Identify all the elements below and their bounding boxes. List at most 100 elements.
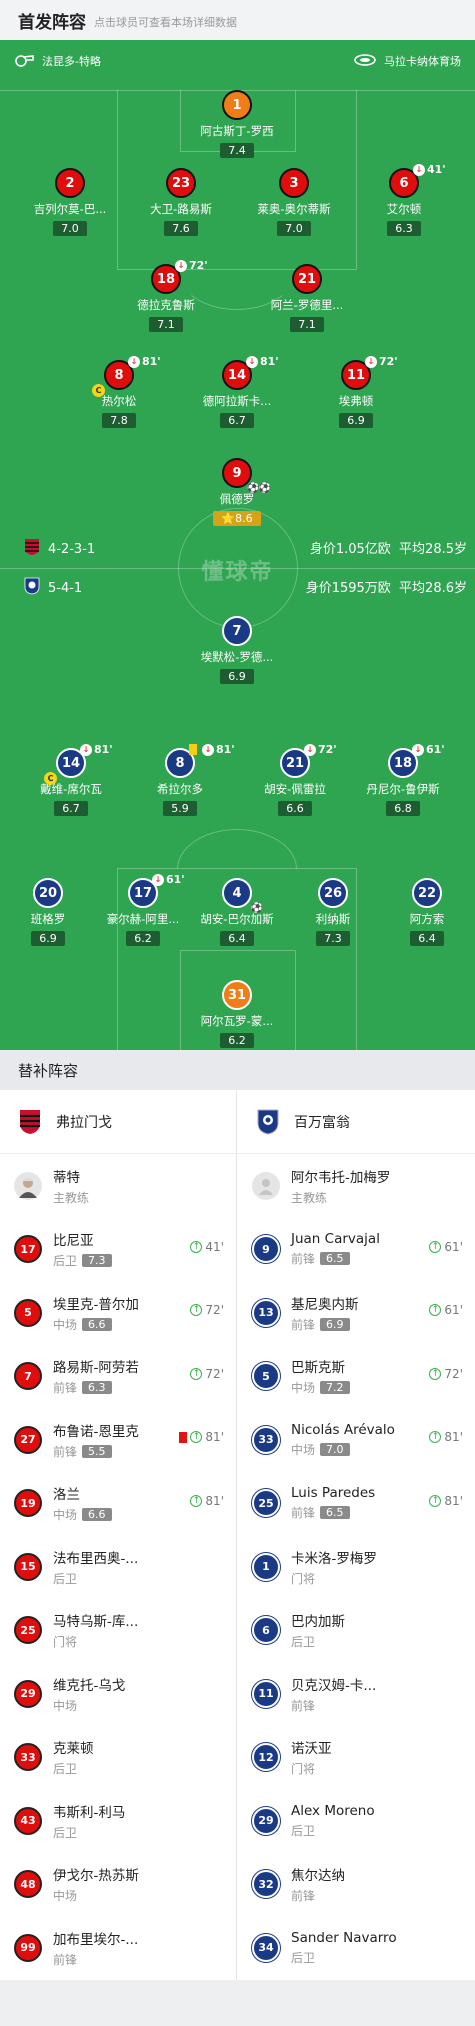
player-number-badge: 6 ↓ 41'	[389, 163, 446, 198]
player-rating: 6.3	[387, 221, 421, 236]
player-position-line: 中场 7.2	[291, 1379, 350, 1396]
away-player-18[interactable]: 18 ↓ 61' 丹尼尔-鲁伊斯 6.8	[348, 743, 458, 816]
sub-in-marker: ↑ 81'	[179, 1430, 224, 1444]
player-number-badge: 27	[14, 1425, 42, 1454]
player-number-badge: 33	[252, 1425, 280, 1454]
substitution-marker: ↓ 81'	[128, 355, 161, 368]
player-number-badge: 48	[14, 1870, 42, 1899]
away-sub-row[interactable]: 5 巴斯克斯 中场 7.2 ↑ 72'	[238, 1345, 475, 1409]
home-coach-row[interactable]: 蒂特 主教练	[0, 1154, 236, 1218]
sub-out-icon: ↓	[128, 355, 140, 368]
sub-in-marker: ↑ 81'	[429, 1494, 463, 1508]
sub-in-icon: ↑	[190, 1304, 203, 1316]
away-team-row: 百万富翁	[238, 1090, 475, 1154]
player-name: 洛兰	[53, 1487, 80, 1504]
home-sub-row[interactable]: 19 洛兰 中场 6.6 ↑ 81'	[0, 1472, 236, 1536]
home-team-name: 弗拉门戈	[56, 1114, 112, 1131]
home-player-6[interactable]: 6 ↓ 41' 艾尔顿 6.3	[349, 163, 459, 236]
away-sub-row[interactable]: 9 Juan Carvajal 前锋 6.5 ↑ 61'	[238, 1218, 475, 1282]
away-sub-row[interactable]: 1 卡米洛-罗梅罗 门将	[238, 1535, 475, 1599]
home-sub-row[interactable]: 43 韦斯利-利马 后卫	[0, 1789, 236, 1853]
home-player-11[interactable]: 11 ↓ 72' 埃弗顿 6.9	[301, 355, 411, 428]
player-number-badge: 2	[55, 168, 85, 198]
home-sub-row[interactable]: 25 马特乌斯-库... 门将	[0, 1599, 236, 1663]
player-position: 后卫	[291, 1635, 316, 1650]
away-sub-row[interactable]: 34 Sander Navarro 后卫	[238, 1916, 475, 1980]
home-sub-row[interactable]: 7 路易斯-阿劳若 前锋 6.3 ↑ 72'	[0, 1345, 236, 1409]
player-name: 热尔松	[101, 394, 137, 408]
lineup-subtitle: 点击球员可查看本场详细数据	[94, 15, 237, 29]
home-player-18[interactable]: 18 ↓ 72' 德拉克鲁斯 7.1	[111, 259, 221, 332]
player-number-badge: 99	[14, 1933, 42, 1962]
home-sub-row[interactable]: 5 埃里克-普尔加 中场 6.6 ↑ 72'	[0, 1281, 236, 1345]
player-rating: 7.3	[316, 931, 350, 946]
player-number-badge: 3	[279, 168, 309, 198]
away-player-4[interactable]: 4 ⚽ 胡安-巴尔加斯 6.4	[182, 878, 292, 946]
away-sub-row[interactable]: 33 Nicolás Arévalo 中场 7.0 ↑ 81'	[238, 1408, 475, 1472]
player-position-line: 后卫 7.3	[53, 1252, 112, 1269]
home-sub-row[interactable]: 29 维克托-乌戈 中场	[0, 1662, 236, 1726]
player-name: 吉列尔莫-巴...	[33, 202, 107, 216]
away-player-14[interactable]: 14 ↓ 81' C 戴维-席尔瓦 6.7	[16, 743, 126, 816]
substitution-marker: ↓ 81'	[80, 743, 113, 756]
player-number-badge: 15	[14, 1552, 42, 1581]
away-sub-row[interactable]: 32 焦尔达纳 前锋	[238, 1853, 475, 1917]
player-position: 前锋	[291, 1252, 316, 1267]
away-sub-row[interactable]: 29 Alex Moreno 后卫	[238, 1789, 475, 1853]
player-rating: 6.5	[320, 1506, 350, 1520]
player-number-badge: 17 ↓ 61'	[128, 873, 185, 908]
away-player-8[interactable]: 8 ↓ 81' 希拉尔多 5.9	[125, 743, 235, 816]
home-player-14[interactable]: 14 ↓ 81' 德阿拉斯卡... 6.7	[182, 355, 292, 428]
player-name: Alex Moreno	[291, 1802, 375, 1819]
player-position: 后卫	[53, 1254, 78, 1269]
home-bench-column: 弗拉门戈 蒂特 主教练 17 比尼亚 后卫 7.3 ↑ 41' 5 埃里克-普尔加 中场 6.6 ↑ 7…	[0, 1090, 237, 1980]
away-sub-row[interactable]: 11 贝克汉姆-卡... 前锋	[238, 1662, 475, 1726]
home-sub-row[interactable]: 33 克莱顿 后卫	[0, 1726, 236, 1790]
away-value: 身价1595万欧 平均28.6岁	[305, 581, 467, 596]
away-sub-row[interactable]: 25 Luis Paredes 前锋 6.5 ↑ 81'	[238, 1472, 475, 1536]
sub-in-icon: ↑	[190, 1494, 203, 1507]
flamengo-logo-icon	[16, 1108, 44, 1136]
home-sub-row[interactable]: 27 布鲁诺-恩里克 前锋 5.5 ↑ 81'	[0, 1408, 236, 1472]
away-sub-row[interactable]: 13 基尼奥内斯 前锋 6.9 ↑ 61'	[238, 1281, 475, 1345]
home-sub-row[interactable]: 48 伊戈尔-热苏斯 中场	[0, 1853, 236, 1917]
player-name: 加布里埃尔-...	[53, 1931, 139, 1948]
player-number-badge: 25	[252, 1489, 280, 1518]
home-player-2[interactable]: 2 吉列尔莫-巴... 7.0	[15, 168, 125, 236]
coach-role: 主教练	[291, 1190, 328, 1205]
home-player-3[interactable]: 3 莱奥-奥尔蒂斯 7.0	[239, 168, 349, 236]
home-sub-row[interactable]: 15 法布里西奥-... 后卫	[0, 1535, 236, 1599]
away-player-22[interactable]: 22 阿方索 6.4	[372, 878, 475, 946]
player-number-badge: 32	[252, 1870, 280, 1899]
home-player-23[interactable]: 23 大卫-路易斯 7.6	[126, 168, 236, 236]
player-name: 阿尔瓦罗-蒙...	[200, 1014, 274, 1028]
home-player-8[interactable]: 8 ↓ 81' C 热尔松 7.8	[64, 355, 174, 428]
away-player-7[interactable]: 7 埃默松-罗德... 6.9	[182, 616, 292, 684]
sub-out-icon: ↓	[412, 743, 424, 756]
away-player-31[interactable]: 31 阿尔瓦罗-蒙... 6.2	[182, 980, 292, 1048]
home-player-1[interactable]: 1 阿古斯丁-罗西 7.4	[182, 90, 292, 158]
player-rating: 6.9	[31, 931, 65, 946]
coach-avatar-placeholder-icon	[252, 1171, 280, 1200]
away-coach-row[interactable]: 阿尔韦托-加梅罗 主教练	[238, 1154, 475, 1218]
player-number-badge: 5	[14, 1298, 42, 1327]
player-position-line: 后卫	[53, 1570, 138, 1587]
player-name: 克莱顿	[53, 1741, 94, 1758]
away-sub-row[interactable]: 12 诺沃亚 门将	[238, 1726, 475, 1790]
home-sub-row[interactable]: 99 加布里埃尔-... 前锋	[0, 1916, 236, 1980]
player-rating-best: ⭐8.6	[213, 511, 261, 526]
player-name: 维克托-乌戈	[53, 1677, 126, 1694]
away-player-21[interactable]: 21 ↓ 72' 胡安-佩雷拉 6.6	[240, 743, 350, 816]
home-sub-row[interactable]: 17 比尼亚 后卫 7.3 ↑ 41'	[0, 1218, 236, 1282]
sub-in-marker: ↑ 81'	[429, 1430, 463, 1444]
player-position: 后卫	[53, 1571, 78, 1586]
lineup-header: 首发阵容 点击球员可查看本场详细数据	[0, 0, 475, 40]
player-rating: 6.6	[82, 1508, 112, 1522]
home-player-9[interactable]: 9 ⚽⚽ 佩德罗 ⭐8.6	[182, 458, 292, 526]
sub-out-icon: ↓	[175, 259, 187, 272]
home-player-21[interactable]: 21 阿兰-罗德里... 7.1	[252, 264, 362, 332]
away-sub-row[interactable]: 6 巴内加斯 后卫	[238, 1599, 475, 1663]
player-name: 莱奥-奥尔蒂斯	[257, 202, 331, 216]
player-name: 埃里克-普尔加	[53, 1296, 139, 1313]
player-position-line: 前锋	[291, 1887, 345, 1904]
